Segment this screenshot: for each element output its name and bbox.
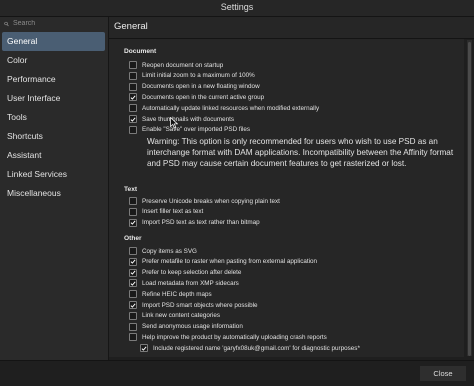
- check-icon: [130, 303, 136, 308]
- title-bar: Settings: [0, 0, 474, 17]
- scrollbar-thumb[interactable]: [468, 42, 471, 356]
- checkbox-checked[interactable]: [129, 301, 137, 309]
- option-label: Include registered name 'garyfx08uk@gmai…: [153, 344, 360, 352]
- option-other-9[interactable]: Include registered name 'garyfx08uk@gmai…: [140, 343, 360, 353]
- section-title-text: Text: [124, 186, 138, 193]
- option-other-6[interactable]: Link new content categories: [129, 311, 220, 321]
- option-other-5[interactable]: Import PSD smart objects where possible: [129, 300, 258, 310]
- option-other-0[interactable]: Copy items as SVG: [129, 246, 197, 256]
- section-title-document: Document: [124, 48, 157, 55]
- option-label: Insert filler text as text: [142, 208, 204, 216]
- page-header: General: [109, 17, 474, 39]
- checkbox-unchecked[interactable]: [129, 311, 137, 320]
- checkbox-checked[interactable]: [129, 218, 137, 227]
- option-label: Send anonymous usage information: [142, 323, 243, 331]
- section-title-other: Other: [124, 235, 142, 242]
- check-icon: [130, 95, 136, 100]
- option-other-8[interactable]: Help improve the product by automaticall…: [129, 332, 327, 342]
- sidebar-item-linked-services[interactable]: Linked Services: [2, 165, 105, 184]
- option-other-7[interactable]: Send anonymous usage information: [129, 322, 243, 332]
- sidebar-nav: General Color Performance User Interface Too…: [2, 32, 105, 203]
- close-button[interactable]: Close: [420, 366, 466, 381]
- checkbox-unchecked[interactable]: [129, 247, 137, 255]
- checkbox-checked[interactable]: [129, 268, 137, 277]
- option-label: Enable "Save" over imported PSD files: [142, 126, 251, 134]
- settings-panel: Document Warning: This option is only re…: [109, 39, 464, 357]
- option-other-3[interactable]: Load metadata from XMP sidecars: [129, 278, 239, 288]
- checkbox-unchecked[interactable]: [129, 333, 137, 342]
- option-label: Copy items as SVG: [142, 247, 197, 255]
- pointer-cursor-icon: [170, 117, 178, 129]
- option-other-2[interactable]: Prefer to keep selection after delete: [129, 268, 241, 278]
- option-label: Save thumbnails with documents: [142, 115, 235, 123]
- window-title: Settings: [220, 2, 254, 12]
- option-other-1[interactable]: Prefer metafile to raster when pasting f…: [129, 257, 317, 267]
- option-label: Refine HEIC depth maps: [142, 290, 212, 298]
- checkbox-unchecked[interactable]: [129, 61, 137, 69]
- option-label: Documents open in the current active gro…: [142, 93, 265, 101]
- option-label: Reopen document on startup: [142, 61, 224, 69]
- sidebar: GeneralColorPerformanceUser InterfaceToo…: [0, 17, 109, 368]
- check-icon: [130, 259, 136, 265]
- option-label: Help improve the product by automaticall…: [142, 333, 327, 341]
- option-label: Link new content categories: [142, 312, 221, 320]
- option-document-5[interactable]: Save thumbnails with documents: [129, 114, 234, 124]
- sidebar-item-user-interface[interactable]: User Interface: [2, 89, 105, 108]
- checkbox-checked[interactable]: [140, 344, 148, 353]
- option-label: Import PSD text as text rather than bitm…: [142, 219, 260, 227]
- checkbox-checked[interactable]: [129, 257, 137, 266]
- check-icon: [141, 346, 147, 351]
- option-document-6[interactable]: Enable "Save" over imported PSD files: [129, 125, 250, 135]
- checkbox-unchecked[interactable]: [129, 322, 137, 331]
- option-label: Automatically update linked resources wh…: [142, 104, 320, 112]
- sidebar-item-color[interactable]: Color: [2, 51, 105, 70]
- option-document-2[interactable]: Documents open in a new floating window: [129, 82, 260, 92]
- checkbox-unchecked[interactable]: [129, 71, 137, 80]
- option-text-0[interactable]: Preserve Unicode breaks when copying pla…: [129, 196, 280, 206]
- option-label: Preserve Unicode breaks when copying pla…: [142, 197, 280, 205]
- option-label: Import PSD smart objects where possible: [142, 301, 258, 309]
- sidebar-item-shortcuts[interactable]: Shortcuts: [2, 127, 105, 146]
- check-icon: [130, 117, 136, 122]
- option-label: Prefer metafile to raster when pasting f…: [142, 258, 318, 266]
- sidebar-item-general[interactable]: General: [2, 32, 105, 51]
- option-text-2[interactable]: Import PSD text as text rather than bitm…: [129, 218, 260, 228]
- option-document-1[interactable]: Limit initial zoom to a maximum of 100%: [129, 71, 255, 81]
- checkbox-unchecked[interactable]: [129, 125, 137, 134]
- option-document-3[interactable]: Documents open in the current active gro…: [129, 92, 264, 102]
- sidebar-item-assistant[interactable]: Assistant: [2, 146, 105, 165]
- check-icon: [130, 270, 136, 275]
- checkbox-unchecked[interactable]: [129, 82, 137, 91]
- check-icon: [130, 281, 136, 286]
- option-label: Documents open in a new floating window: [142, 83, 260, 91]
- search-input[interactable]: [13, 20, 104, 27]
- option-text-1[interactable]: Insert filler text as text: [129, 207, 203, 217]
- scrollbar[interactable]: [467, 40, 472, 356]
- psd-warning-text: Warning: This option is only recommended…: [147, 137, 454, 168]
- checkbox-unchecked[interactable]: [129, 290, 137, 299]
- option-label: Load metadata from XMP sidecars: [142, 279, 239, 287]
- checkbox-checked[interactable]: [129, 279, 137, 288]
- checkbox-checked[interactable]: [129, 115, 137, 123]
- option-other-4[interactable]: Refine HEIC depth maps: [129, 289, 212, 299]
- checkbox-unchecked[interactable]: [129, 207, 137, 216]
- option-document-4[interactable]: Automatically update linked resources wh…: [129, 103, 319, 113]
- sidebar-item-tools[interactable]: Tools: [2, 108, 105, 127]
- sidebar-item-miscellaneous[interactable]: Miscellaneous: [2, 184, 105, 203]
- check-icon: [130, 220, 136, 225]
- checkbox-unchecked[interactable]: [129, 197, 137, 205]
- checkbox-checked[interactable]: [129, 93, 137, 102]
- footer-bar: Close: [0, 360, 474, 386]
- option-document-0[interactable]: Reopen document on startup: [129, 60, 223, 70]
- sidebar-item-performance[interactable]: Performance: [2, 70, 105, 89]
- search-box[interactable]: [4, 17, 104, 30]
- page-title: General: [114, 21, 148, 32]
- option-label: Prefer to keep selection after delete: [142, 269, 242, 277]
- option-label: Limit initial zoom to a maximum of 100%: [142, 72, 255, 80]
- search-icon: [4, 21, 9, 26]
- checkbox-unchecked[interactable]: [129, 104, 137, 113]
